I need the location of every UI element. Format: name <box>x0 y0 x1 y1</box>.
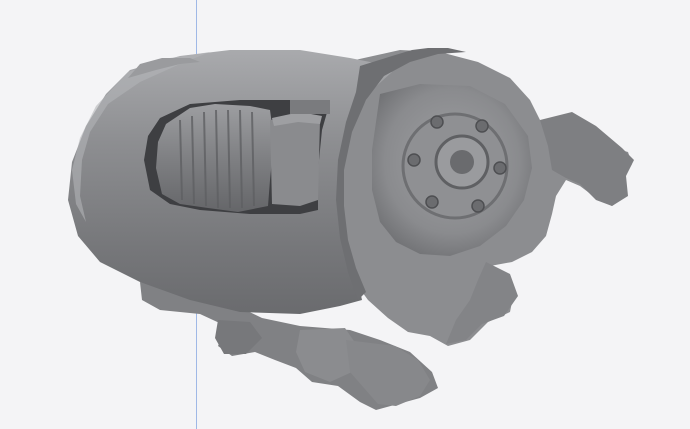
scanned-engine-model[interactable] <box>0 0 690 429</box>
3d-viewport[interactable] <box>0 0 690 429</box>
cutout-window <box>144 100 330 214</box>
